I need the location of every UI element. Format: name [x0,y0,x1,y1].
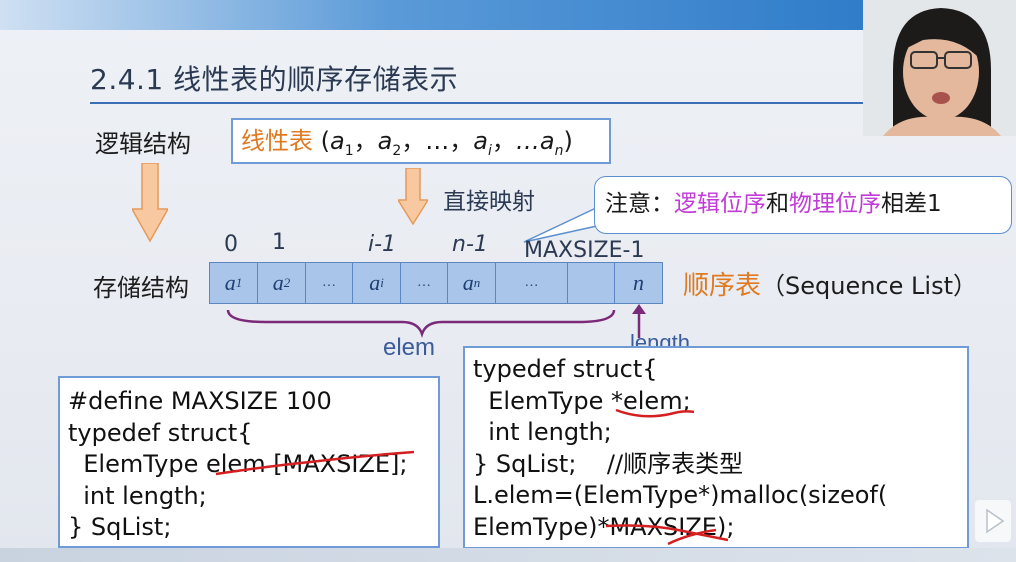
cell-an: an [447,262,496,304]
logical-structure-label: 逻辑结构 [95,130,191,158]
cell-empty [567,262,615,304]
index-0: 0 [224,232,238,257]
sequence-list-cn: 顺序表 [683,271,762,301]
sequence-list-label: 顺序表（Sequence List） [683,265,977,302]
code-line: int length; [473,418,612,446]
video-progress-strip[interactable] [0,548,1016,562]
dynamic-array-code: typedef struct{ ElemType *elem; int leng… [463,346,969,549]
presenter-avatar [863,0,1016,136]
down-arrow-icon [398,168,428,226]
note-suffix: 相差1 [881,191,942,217]
a2: a [377,127,393,155]
play-icon [986,508,1005,534]
note-callout: 注意：逻辑位序和物理位序相差1 [594,176,1012,234]
paren-open: ( [313,127,330,155]
ellipsis: … [425,127,450,155]
presenter-webcam [863,0,1016,136]
sep: ， [449,127,474,155]
red-underline-stroke [615,408,695,418]
code-line: typedef struct{ [473,355,658,383]
slide-top-bar [0,0,870,30]
cell-ellipsis-3: … [495,262,568,304]
code-line: #define MAXSIZE 100 [68,387,332,415]
logical-order-text: 逻辑位序 [674,191,766,217]
an: …a [515,127,555,155]
ai: a [473,127,488,155]
linear-list-box: 线性表 (a1，a2，…，ai，…an) [231,118,611,164]
sep: ， [401,127,426,155]
cell-ellipsis-1: … [305,262,353,304]
elem-label: elem [383,334,436,361]
sequence-list-en: （Sequence List） [761,272,977,300]
code-line: ElemType *elem; [473,386,691,415]
paren-close: ) [563,127,573,155]
note-and: 和 [766,191,789,217]
slide-title: 2.4.1 线性表的顺序存储表示 [90,63,459,96]
a1: a [330,127,345,155]
cell-ellipsis-2: … [400,262,448,304]
note-prefix: 注意： [605,191,674,217]
code-line: } SqList; //顺序表类型 [473,449,744,478]
index-i-minus-1: i-1 [368,232,397,257]
red-annotation-stroke [215,450,415,476]
a2-sub: 2 [392,142,402,159]
cell-a2: a2 [257,262,306,304]
storage-structure-label: 存储结构 [93,274,189,302]
down-arrow-icon [132,163,168,243]
linear-list-name: 线性表 [241,127,313,155]
index-1: 1 [272,230,286,255]
play-button[interactable] [975,500,1011,542]
cell-a1: a1 [209,262,258,304]
red-annotation-stroke [605,524,729,546]
physical-order-text: 物理位序 [789,191,881,217]
cell-ai: ai [352,262,401,304]
sep: ， [491,127,516,155]
index-maxsize-minus-1: MAXSIZE-1 [524,238,645,263]
title-rule [90,102,870,104]
code-line: int length; [68,481,207,510]
index-n-minus-1: n-1 [452,232,488,257]
code-line: } SqList; [68,513,172,541]
cell-length-n: n [614,262,663,304]
a1-sub: 1 [344,142,354,159]
sep: ， [353,127,378,155]
code-line: L.elem=(ElemType*)malloc(sizeof( [473,481,888,509]
